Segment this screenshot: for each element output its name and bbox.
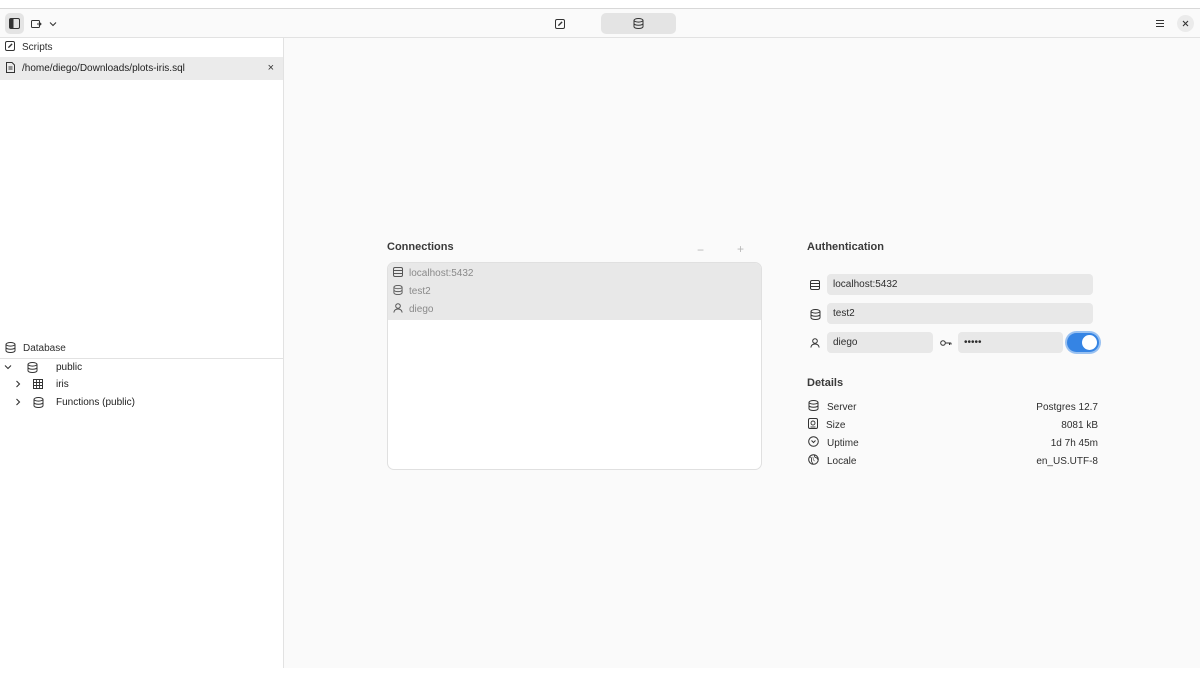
database-icon (27, 361, 38, 373)
sidebar-toggle-button[interactable] (5, 13, 24, 34)
connection-user-label: diego (409, 303, 434, 315)
tree-item-public[interactable]: public (0, 358, 283, 376)
main-menu-button[interactable] (1152, 13, 1168, 34)
selected-connection[interactable]: localhost:5432 test2 diego (388, 263, 761, 320)
script-new-icon (30, 19, 42, 29)
detail-label: Size (826, 419, 846, 431)
detail-label: Locale (827, 455, 857, 467)
tab-database[interactable] (601, 13, 676, 34)
remove-connection-button[interactable]: − (697, 243, 704, 257)
server-icon (393, 266, 409, 280)
file-icon (6, 61, 22, 76)
menu-icon (1155, 19, 1165, 28)
chevron-right-icon[interactable] (15, 398, 21, 406)
database-icon (393, 284, 409, 298)
scripts-title: Scripts (22, 42, 53, 53)
window-close-button[interactable] (1177, 15, 1194, 32)
connections-list: localhost:5432 test2 diego (387, 262, 762, 470)
database-icon (633, 18, 644, 29)
edit-icon (555, 18, 565, 29)
authentication-title: Authentication (807, 241, 884, 253)
script-item[interactable]: /home/diego/Downloads/plots-iris.sql × (0, 57, 283, 80)
table-icon (33, 379, 43, 389)
tree-item-functions[interactable]: Functions (public) (0, 393, 283, 411)
tree-item-iris[interactable]: iris (0, 375, 283, 393)
tree-item-label: public (56, 361, 83, 373)
remember-password-toggle[interactable] (1067, 333, 1099, 352)
connection-row-user[interactable]: diego (388, 300, 761, 318)
host-field[interactable]: localhost:5432 (827, 274, 1093, 295)
detail-row-server: Server Postgres 12.7 (808, 398, 1098, 416)
tree-item-label: Functions (public) (56, 396, 135, 408)
connection-row-host[interactable]: localhost:5432 (388, 264, 761, 282)
script-path: /home/diego/Downloads/plots-iris.sql (22, 63, 185, 74)
header-bar (0, 9, 1200, 38)
database-icon (809, 308, 821, 320)
clock-icon (808, 436, 827, 450)
password-field[interactable]: ••••• (958, 332, 1063, 353)
connection-row-database[interactable]: test2 (388, 282, 761, 300)
database-icon (5, 341, 23, 356)
chevron-down-icon (49, 21, 57, 27)
sidebar: Scripts /home/diego/Downloads/plots-iris… (0, 38, 284, 668)
chevron-right-icon[interactable] (15, 380, 21, 388)
detail-value: 8081 kB (1061, 419, 1098, 431)
close-icon (1182, 20, 1189, 27)
detail-label: Server (827, 401, 857, 413)
edit-icon (5, 41, 22, 54)
connection-host-label: localhost:5432 (409, 267, 474, 279)
detail-label: Uptime (827, 437, 859, 449)
key-icon (939, 337, 952, 349)
detail-value: Postgres 12.7 (1036, 401, 1098, 413)
database-icon (808, 400, 827, 414)
connection-db-label: test2 (409, 285, 431, 297)
tree-item-label: iris (56, 378, 69, 390)
chevron-down-icon[interactable] (4, 364, 12, 370)
user-icon (393, 302, 409, 316)
new-script-menu-button[interactable] (47, 13, 59, 34)
detail-value: en_US.UTF-8 (1036, 455, 1098, 467)
disk-icon (808, 418, 826, 432)
detail-value: 1d 7h 45m (1050, 437, 1098, 449)
close-script-button[interactable]: × (268, 62, 274, 74)
app-window: Scripts /home/diego/Downloads/plots-iris… (0, 8, 1200, 668)
scripts-section-header: Scripts (0, 38, 283, 57)
detail-row-size: Size 8081 kB (808, 416, 1098, 434)
detail-row-uptime: Uptime 1d 7h 45m (808, 434, 1098, 452)
sidebar-toggle-icon (9, 18, 20, 29)
database-section-header: Database (0, 339, 283, 358)
add-connection-button[interactable]: + (737, 242, 744, 256)
connections-title: Connections (387, 241, 454, 253)
database-title: Database (23, 343, 66, 354)
toggle-knob (1082, 335, 1097, 350)
details-title: Details (807, 377, 844, 389)
server-icon (809, 279, 821, 291)
database-icon (33, 396, 44, 408)
tab-editor[interactable] (526, 13, 594, 34)
main-area: Connections − + localhost:5432 test2 die… (284, 38, 1200, 668)
globe-icon (808, 454, 827, 468)
detail-row-locale: Locale en_US.UTF-8 (808, 452, 1098, 470)
new-script-button[interactable] (28, 13, 44, 34)
user-icon (809, 337, 821, 349)
user-field[interactable]: diego (827, 332, 933, 353)
database-field[interactable]: test2 (827, 303, 1093, 324)
